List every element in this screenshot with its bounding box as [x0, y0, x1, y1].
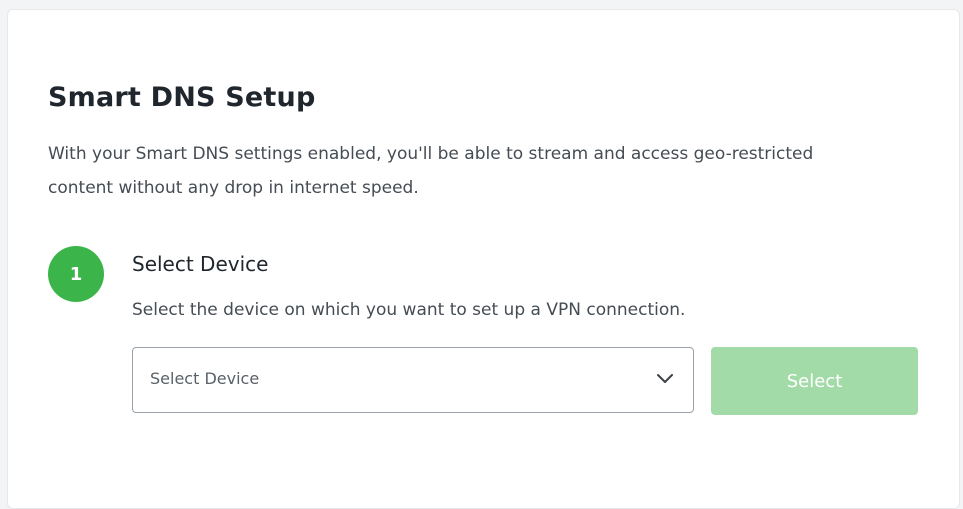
intro-text: With your Smart DNS settings enabled, yo…	[48, 144, 814, 198]
step-description: Select the device on which you want to s…	[132, 300, 686, 320]
step-title: Select Device	[132, 252, 269, 276]
smart-dns-setup-card: Smart DNS Setup With your Smart DNS sett…	[7, 9, 960, 509]
chevron-down-icon	[657, 374, 673, 383]
page-title: Smart DNS Setup	[48, 82, 316, 113]
step-number-badge: 1	[48, 246, 104, 302]
device-select-placeholder: Select Device	[150, 369, 260, 388]
select-button[interactable]: Select	[711, 347, 918, 415]
device-select-dropdown[interactable]: Select Device	[132, 347, 694, 413]
